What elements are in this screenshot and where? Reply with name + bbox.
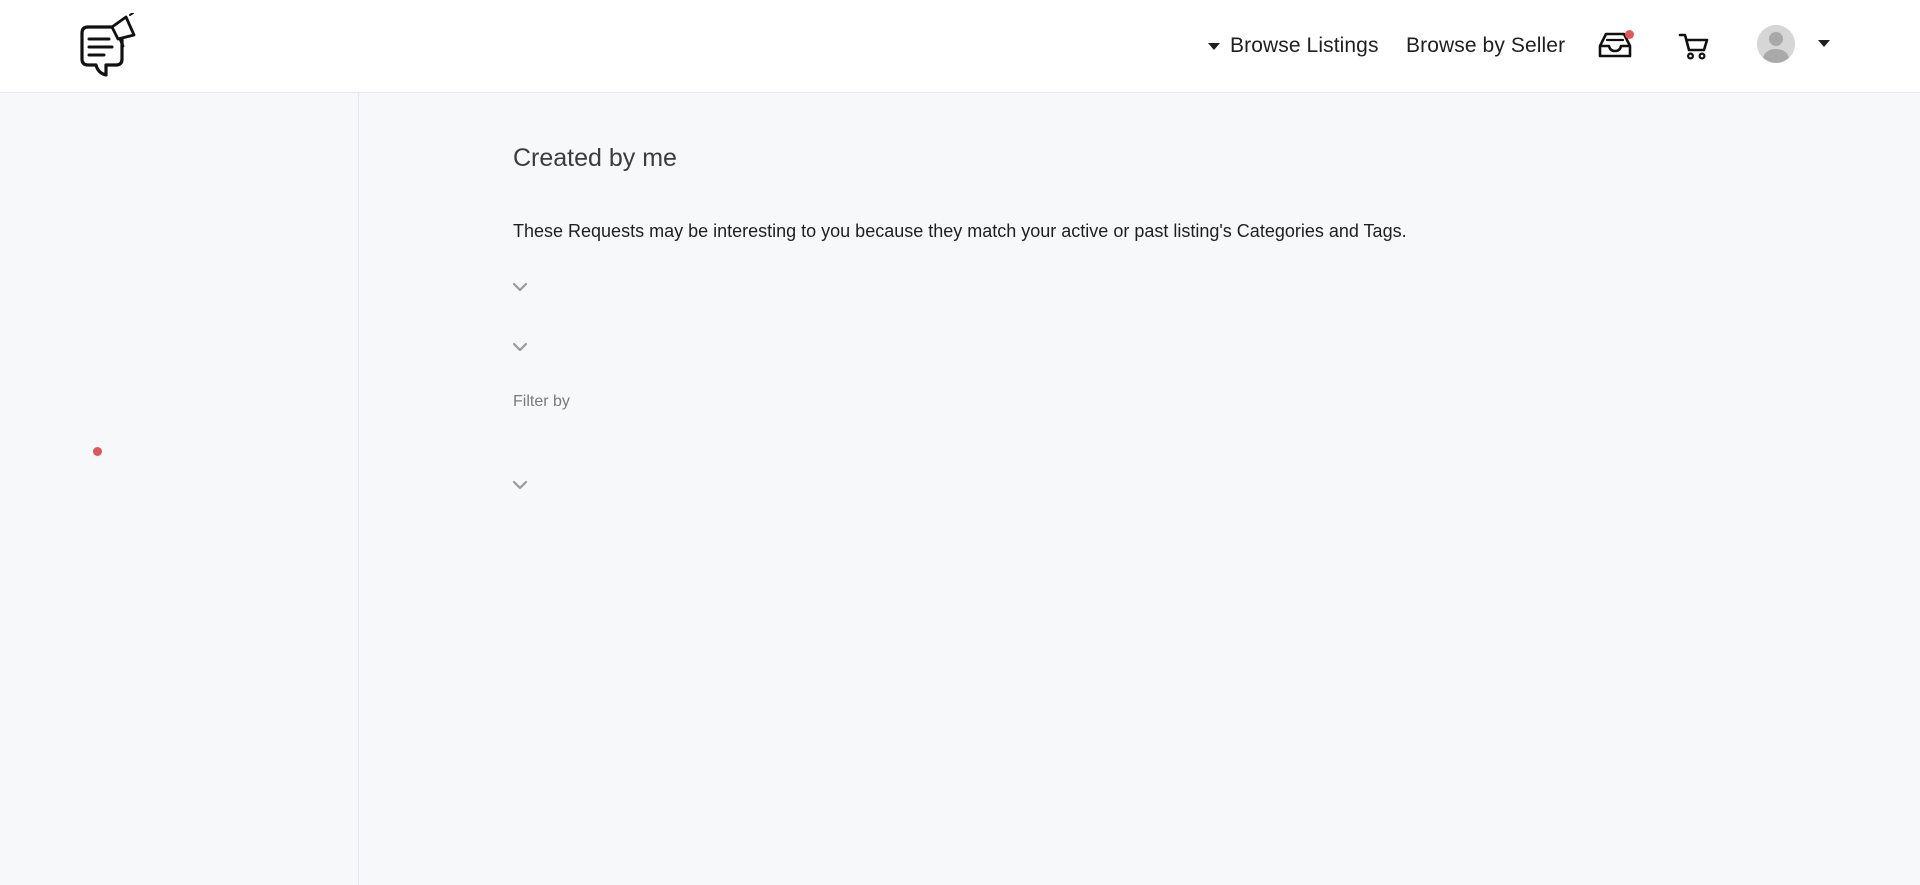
page-title: Created by me [513, 144, 677, 172]
filter-by-label: Filter by [513, 393, 570, 410]
top-navbar: Browse Listings Browse by Seller [0, 0, 1920, 93]
chevron-down-icon[interactable] [510, 478, 530, 492]
browse-by-seller-label: Browse by Seller [1406, 34, 1566, 57]
logo-icon[interactable] [76, 12, 138, 79]
account-menu-caret-icon[interactable] [1818, 40, 1830, 47]
chevron-down-icon[interactable] [510, 340, 530, 354]
notification-dot [93, 447, 102, 456]
browse-listings-menu[interactable]: Browse Listings [1208, 0, 1379, 92]
intro-text: These Requests may be interesting to you… [513, 221, 1407, 241]
browse-by-seller-link[interactable]: Browse by Seller [1406, 0, 1565, 92]
browse-listings-label: Browse Listings [1230, 34, 1379, 57]
caret-down-icon [1208, 42, 1220, 50]
avatar[interactable] [1757, 25, 1795, 63]
sidebar [0, 93, 359, 885]
main-content: Created by me These Requests may be inte… [360, 93, 1920, 885]
chevron-down-icon[interactable] [510, 280, 530, 294]
inbox-notification-badge [1625, 30, 1634, 39]
cart-icon[interactable] [1678, 32, 1710, 60]
